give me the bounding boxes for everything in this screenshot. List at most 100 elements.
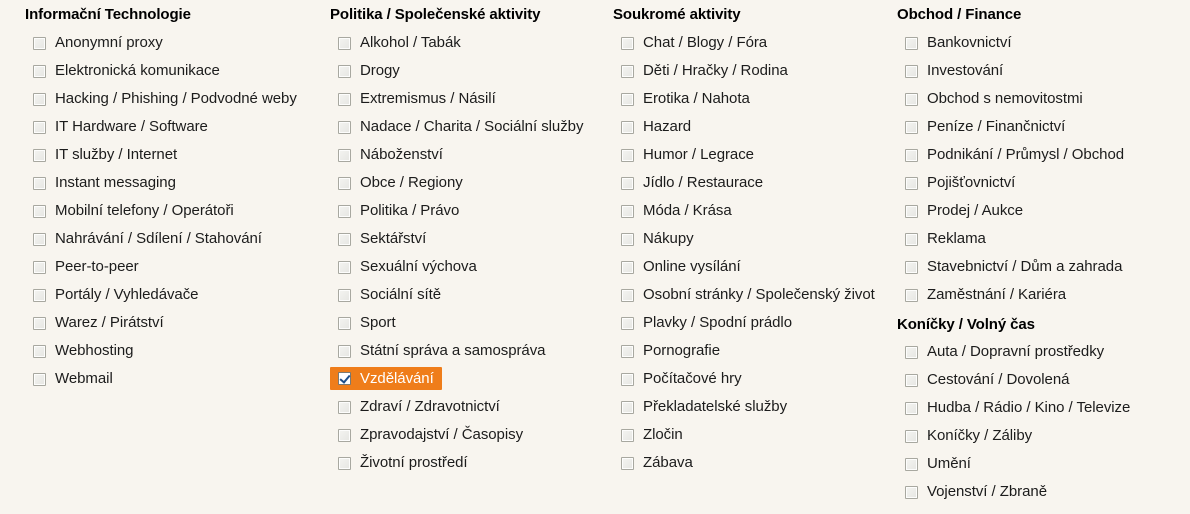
checkbox-icon[interactable]	[33, 36, 46, 50]
category-item[interactable]: Sektářství	[330, 225, 610, 253]
category-item[interactable]: Zpravodajství / Časopisy	[330, 421, 610, 449]
category-item[interactable]: Alkohol / Tabák	[330, 29, 610, 57]
category-item[interactable]: Móda / Krása	[613, 197, 893, 225]
category-item[interactable]: Pojišťovnictví	[897, 169, 1187, 197]
checkbox-icon[interactable]	[905, 92, 918, 106]
category-item[interactable]: Podnikání / Průmysl / Obchod	[897, 141, 1187, 169]
checkbox-icon[interactable]	[905, 176, 918, 190]
category-item[interactable]: Počítačové hry	[613, 365, 893, 393]
category-item[interactable]: Prodej / Aukce	[897, 197, 1187, 225]
category-item[interactable]: Online vysílání	[613, 253, 893, 281]
category-item[interactable]: Hudba / Rádio / Kino / Televize	[897, 394, 1187, 422]
category-item[interactable]: Státní správa a samospráva	[330, 337, 610, 365]
category-item[interactable]: Plavky / Spodní prádlo	[613, 309, 893, 337]
category-item-selected[interactable]: Vzdělávání	[330, 367, 442, 390]
checkbox-icon[interactable]	[33, 344, 46, 358]
category-item[interactable]: Extremismus / Násilí	[330, 85, 610, 113]
checkbox-icon[interactable]	[621, 36, 634, 50]
category-item[interactable]: Náboženství	[330, 141, 610, 169]
checkbox-icon[interactable]	[621, 372, 634, 386]
category-item[interactable]: Vojenství / Zbraně	[897, 478, 1187, 506]
category-item[interactable]: Hazard	[613, 113, 893, 141]
checkbox-icon[interactable]	[905, 373, 918, 387]
checkbox-icon[interactable]	[338, 260, 351, 274]
checkbox-icon[interactable]	[338, 148, 351, 162]
category-item[interactable]: Peer-to-peer	[25, 253, 325, 281]
checkbox-icon[interactable]	[33, 64, 46, 78]
category-item[interactable]: Děti / Hračky / Rodina	[613, 57, 893, 85]
checkbox-icon[interactable]	[621, 456, 634, 470]
checkbox-icon[interactable]	[33, 176, 46, 190]
checkbox-icon[interactable]	[33, 260, 46, 274]
checkbox-icon[interactable]	[33, 232, 46, 246]
checkbox-icon[interactable]	[621, 288, 634, 302]
category-item[interactable]: Anonymní proxy	[25, 29, 325, 57]
category-item[interactable]: Elektronická komunikace	[25, 57, 325, 85]
checkbox-icon[interactable]	[338, 400, 351, 414]
checkbox-icon[interactable]	[338, 120, 351, 134]
checkbox-icon[interactable]	[33, 148, 46, 162]
checkbox-icon[interactable]	[621, 400, 634, 414]
category-item[interactable]: Pornografie	[613, 337, 893, 365]
checkbox-icon[interactable]	[338, 204, 351, 218]
checkbox-icon[interactable]	[905, 345, 918, 359]
category-item[interactable]: Koníčky / Záliby	[897, 422, 1187, 450]
category-item[interactable]: Obchod s nemovitostmi	[897, 85, 1187, 113]
category-item[interactable]: Zaměstnání / Kariéra	[897, 281, 1187, 309]
checkbox-icon[interactable]	[621, 232, 634, 246]
category-item[interactable]: Zločin	[613, 421, 893, 449]
category-item[interactable]: Nákupy	[613, 225, 893, 253]
checkbox-icon[interactable]	[33, 288, 46, 302]
category-item[interactable]: Hacking / Phishing / Podvodné weby	[25, 85, 325, 113]
checkbox-icon[interactable]	[621, 92, 634, 106]
category-item[interactable]: Obce / Regiony	[330, 169, 610, 197]
checkbox-icon[interactable]	[621, 344, 634, 358]
checkbox-icon[interactable]	[33, 372, 46, 386]
category-item[interactable]: Sociální sítě	[330, 281, 610, 309]
checkbox-icon[interactable]	[338, 428, 351, 442]
category-item[interactable]: Drogy	[330, 57, 610, 85]
checkbox-icon[interactable]	[905, 288, 918, 302]
checkbox-icon[interactable]	[905, 429, 918, 443]
checkbox-icon[interactable]	[905, 148, 918, 162]
checkbox-icon[interactable]	[621, 316, 634, 330]
category-item[interactable]: Stavebnictví / Dům a zahrada	[897, 253, 1187, 281]
checkbox-icon[interactable]	[905, 457, 918, 471]
category-item[interactable]: Umění	[897, 450, 1187, 478]
category-item[interactable]: Sport	[330, 309, 610, 337]
checkbox-icon[interactable]	[621, 260, 634, 274]
checkbox-icon[interactable]	[621, 428, 634, 442]
category-item[interactable]: Překladatelské služby	[613, 393, 893, 421]
category-item[interactable]: Životní prostředí	[330, 449, 610, 477]
category-item[interactable]: Mobilní telefony / Operátoři	[25, 197, 325, 225]
checkbox-icon[interactable]	[33, 316, 46, 330]
category-item[interactable]: Peníze / Finančnictví	[897, 113, 1187, 141]
checkbox-icon[interactable]	[905, 36, 918, 50]
checkbox-icon[interactable]	[621, 204, 634, 218]
category-item[interactable]: Zábava	[613, 449, 893, 477]
category-item[interactable]: Warez / Pirátství	[25, 309, 325, 337]
checkbox-icon[interactable]	[905, 120, 918, 134]
checkbox-icon[interactable]	[905, 64, 918, 78]
category-item[interactable]: Jídlo / Restaurace	[613, 169, 893, 197]
checkbox-icon[interactable]	[338, 232, 351, 246]
category-item[interactable]: Nadace / Charita / Sociální služby	[330, 113, 610, 141]
category-item[interactable]: Zdraví / Zdravotnictví	[330, 393, 610, 421]
checkbox-icon[interactable]	[338, 288, 351, 302]
checkbox-icon[interactable]	[33, 92, 46, 106]
checkbox-icon[interactable]	[338, 92, 351, 106]
category-item[interactable]: Chat / Blogy / Fóra	[613, 29, 893, 57]
category-item[interactable]: Sexuální výchova	[330, 253, 610, 281]
checkbox-icon[interactable]	[905, 401, 918, 415]
checkbox-icon[interactable]	[33, 204, 46, 218]
checkbox-icon[interactable]	[338, 456, 351, 470]
checkbox-icon[interactable]	[338, 176, 351, 190]
checkbox-icon[interactable]	[338, 36, 351, 50]
checkbox-icon[interactable]	[905, 204, 918, 218]
checkbox-icon[interactable]	[338, 316, 351, 330]
category-item[interactable]: Auta / Dopravní prostředky	[897, 338, 1187, 366]
category-item[interactable]: Investování	[897, 57, 1187, 85]
checkbox-icon[interactable]	[621, 120, 634, 134]
category-item[interactable]: IT služby / Internet	[25, 141, 325, 169]
category-item[interactable]: Erotika / Nahota	[613, 85, 893, 113]
